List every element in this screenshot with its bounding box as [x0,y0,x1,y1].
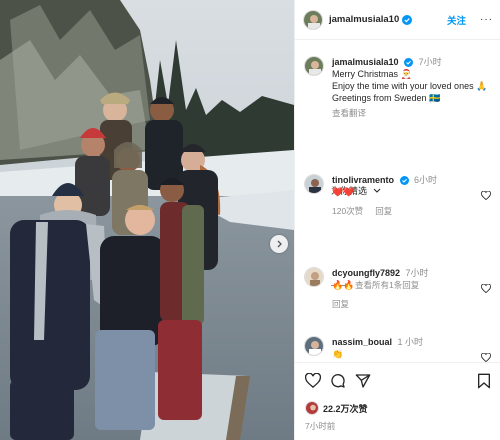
post-header: jamalmusiala10 关注 ··· [295,0,500,40]
avatar-image [305,175,323,193]
avatar-image [305,268,323,286]
heart-outline-icon[interactable] [481,191,491,200]
verified-badge-icon [402,14,413,25]
heart-outline-icon[interactable] [481,353,491,362]
caption-avatar[interactable] [304,56,324,76]
comment-like-count[interactable]: 120次赞 [332,205,363,217]
comment-time[interactable]: 1 小时 [398,337,424,347]
verified-badge-icon [399,176,409,185]
likes-count[interactable]: 22.2万次赞 [323,402,368,415]
comment-text: ❤️❤️ [332,187,355,197]
post-photo[interactable] [0,0,294,440]
comment: tinolivramento 6小时 ❤️❤️ 120次赞 回复 [304,174,497,217]
comment-time[interactable]: 7小时 [406,268,429,278]
verified-badge-icon [404,58,414,67]
comment: dcyoungfly7892 7小时 🔥🔥 回复 [304,267,497,310]
comment: nassim_boual 1 小时 👏 [304,336,497,360]
action-icons-row [305,373,491,391]
comment-username[interactable]: nassim_boual [332,337,392,347]
avatar-image [306,402,318,414]
comment-bubble-icon[interactable] [330,373,346,389]
caption-username[interactable]: jamalmusiala10 [332,57,399,67]
more-options-button[interactable]: ··· [480,14,493,25]
avatar-image [304,10,322,29]
comment-text: 👏 [332,349,344,359]
comment-username[interactable]: tinolivramento [332,175,394,185]
caption-time[interactable]: 7小时 [419,57,442,67]
reply-button[interactable]: 回复 [375,205,392,217]
caption-line: Merry Christmas 🎅 [332,69,412,79]
comments-scroll-area[interactable]: jamalmusiala10 7小时 Merry Christmas 🎅 Enj… [295,40,500,362]
comment-username[interactable]: dcyoungfly7892 [332,268,400,278]
see-translation-link[interactable]: 查看翻译 [332,107,497,119]
author-username[interactable]: jamalmusiala10 [329,14,399,25]
post-timestamp[interactable]: 7小时前 [305,420,335,432]
reply-button[interactable]: 回复 [332,298,349,310]
chevron-right-icon [277,240,282,248]
follow-button[interactable]: 关注 [447,13,466,27]
heart-outline-icon[interactable] [481,284,491,293]
caption-line: Greetings from Sweden 🇸🇪 [332,93,441,103]
instagram-post: jamalmusiala10 关注 ··· jamalmusiala10 7小时… [0,0,500,440]
caption: jamalmusiala10 7小时 Merry Christmas 🎅 Enj… [304,56,497,119]
likes-summary[interactable]: 22.2万次赞 [305,401,368,415]
liker-avatar [305,401,319,415]
author-avatar[interactable] [303,9,323,30]
save-bookmark-icon[interactable] [477,373,491,389]
post-actions-footer: 22.2万次赞 7小时前 [295,362,500,440]
avatar-image [305,337,323,355]
post-side-panel: jamalmusiala10 关注 ··· jamalmusiala10 7小时… [294,0,500,440]
next-photo-button[interactable] [270,235,288,253]
comment-text: 🔥🔥 [332,280,355,290]
comment-avatar[interactable] [304,336,324,356]
comment-avatar[interactable] [304,267,324,287]
comment-time[interactable]: 6小时 [414,175,437,185]
comment-avatar[interactable] [304,174,324,194]
like-heart-icon[interactable] [305,373,321,388]
avatar-image [305,57,323,75]
share-paper-plane-icon[interactable] [355,373,371,389]
caption-line: Enjoy the time with your loved ones 🙏 [332,81,488,91]
group-photo-illustration [0,0,294,440]
